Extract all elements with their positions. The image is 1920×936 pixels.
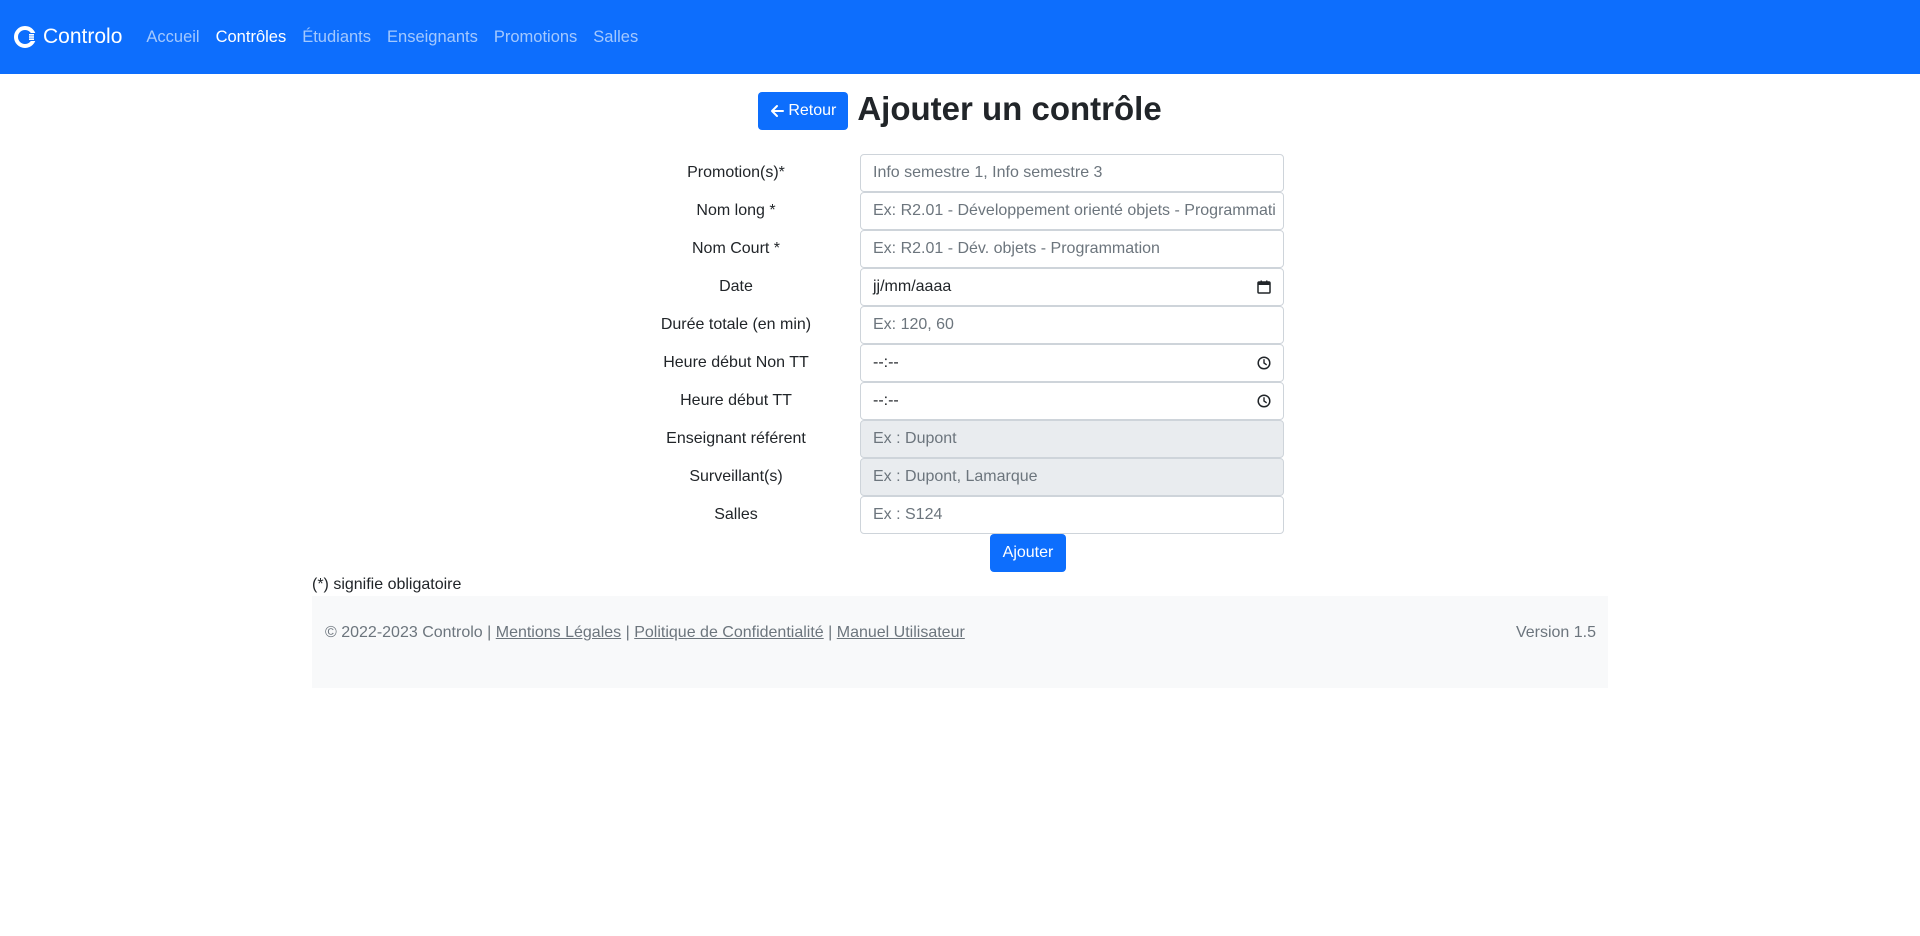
salles-label: Salles: [714, 506, 758, 523]
footer: © 2022-2023 Controlo | Mentions Légales …: [312, 596, 1608, 688]
form-row-enseignant: Enseignant référent Ex : Dupont: [0, 420, 1920, 458]
surveillants-input: Ex : Dupont, Lamarque: [860, 458, 1284, 496]
duree-input[interactable]: Ex: 120, 60: [860, 306, 1284, 344]
heure-tt-input[interactable]: --:--: [860, 382, 1284, 420]
heure-non-tt-value: --:--: [873, 354, 899, 371]
duree-label: Durée totale (en min): [660, 316, 812, 333]
nom-court-input[interactable]: Ex: R2.01 - Dév. objets - Programmation: [860, 230, 1284, 268]
heure-non-tt-input[interactable]: --:--: [860, 344, 1284, 382]
footer-links: © 2022-2023 Controlo | Mentions Légales …: [325, 624, 965, 642]
form-row-salles: Salles Ex : S124: [0, 496, 1920, 534]
form-row-nom-court: Nom Court * Ex: R2.01 - Dév. objets - Pr…: [0, 230, 1920, 268]
promotions-label: Promotion(s)*: [687, 164, 785, 181]
nav-link-controles[interactable]: Contrôles: [216, 28, 287, 47]
nav-link-etudiants[interactable]: Étudiants: [302, 28, 371, 47]
surveillants-label: Surveillant(s): [689, 468, 783, 485]
nom-court-label: Nom Court *: [691, 240, 781, 257]
form-row-heure-non-tt: Heure début Non TT --:--: [0, 344, 1920, 382]
manuel-utilisateur-link[interactable]: Manuel Utilisateur: [837, 624, 965, 641]
brand[interactable]: Controlo: [14, 25, 122, 49]
brand-name: Controlo: [43, 25, 123, 48]
nom-long-input[interactable]: Ex: R2.01 - Développement orienté objets…: [860, 192, 1284, 230]
back-button[interactable]: Retour: [758, 92, 849, 130]
form-row-promotions: Promotion(s)* Info semestre 1, Info seme…: [0, 154, 1920, 192]
salles-input[interactable]: Ex : S124: [860, 496, 1284, 534]
back-button-label: Retour: [788, 102, 837, 119]
form-row-duree: Durée totale (en min) Ex: 120, 60: [0, 306, 1920, 344]
form-row-date: Date jj/mm/aaaa: [0, 268, 1920, 306]
date-input-value: jj/mm/aaaa: [873, 278, 952, 295]
nom-long-label: Nom long *: [696, 202, 776, 219]
mentions-legales-link[interactable]: Mentions Légales: [496, 624, 621, 641]
footer-separator: |: [625, 624, 630, 641]
footer-copyright: © 2022-2023 Controlo |: [325, 624, 492, 641]
heure-non-tt-label: Heure début Non TT: [663, 354, 809, 371]
nav-link-promotions[interactable]: Promotions: [494, 28, 577, 47]
heure-tt-value: --:--: [873, 392, 899, 409]
controlo-logo-icon: [14, 26, 36, 48]
add-control-form: Promotion(s)* Info semestre 1, Info seme…: [0, 154, 1920, 572]
enseignant-input: Ex : Dupont: [860, 420, 1284, 458]
form-row-nom-long: Nom long * Ex: R2.01 - Développement ori…: [0, 192, 1920, 230]
clock-icon[interactable]: [1257, 394, 1271, 408]
date-input[interactable]: jj/mm/aaaa: [860, 268, 1284, 306]
clock-icon[interactable]: [1257, 356, 1271, 370]
enseignant-label: Enseignant référent: [666, 430, 806, 447]
arrow-left-icon: [771, 105, 785, 117]
submit-button[interactable]: Ajouter: [989, 534, 1067, 572]
title-row: Retour Ajouter un contrôle: [0, 88, 1920, 130]
form-row-heure-tt: Heure début TT --:--: [0, 382, 1920, 420]
politique-confidentialite-link[interactable]: Politique de Confidentialité: [634, 624, 823, 641]
submit-row: Ajouter: [136, 534, 1920, 572]
nav-link-salles[interactable]: Salles: [593, 28, 638, 47]
nav-link-enseignants[interactable]: Enseignants: [387, 28, 478, 47]
promotions-input[interactable]: Info semestre 1, Info semestre 3: [860, 154, 1284, 192]
required-note: (*) signifie obligatoire: [312, 576, 462, 593]
navbar: Controlo Accueil Contrôles Étudiants Ens…: [0, 0, 1920, 74]
page-title: Ajouter un contrôle: [857, 90, 1162, 127]
date-label: Date: [719, 278, 753, 295]
footer-separator: |: [828, 624, 833, 641]
heure-tt-label: Heure début TT: [680, 392, 792, 409]
calendar-icon[interactable]: [1257, 280, 1271, 294]
nav-link-accueil[interactable]: Accueil: [146, 28, 199, 47]
footer-version: Version 1.5: [1515, 624, 1596, 641]
form-row-surveillants: Surveillant(s) Ex : Dupont, Lamarque: [0, 458, 1920, 496]
